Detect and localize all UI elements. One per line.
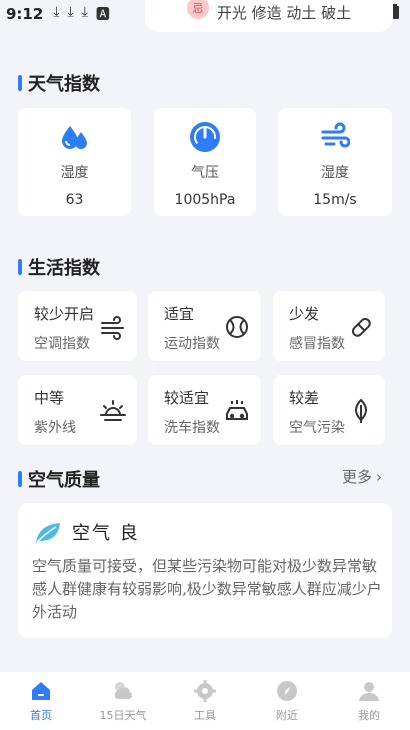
gear-icon	[194, 680, 216, 702]
life-label: 感冒指数	[289, 336, 345, 352]
car-wash-icon	[226, 400, 248, 420]
nav-profile[interactable]: 我的	[328, 672, 410, 730]
life-value: 中等	[34, 389, 65, 407]
nav-nearby[interactable]: 附近	[246, 672, 328, 730]
section-bar	[18, 75, 22, 91]
life-value: 较少开启	[34, 305, 95, 323]
bottom-nav: 首页 15日天气 工具 附近 我的	[0, 672, 410, 730]
weather-label: 湿度	[60, 165, 89, 181]
weather-label: 气压	[191, 165, 219, 181]
air-quality-card[interactable]: 空气 良 空气质量可接受，但某些污染物可能对极少数异常敏感人群健康有较弱影响,极…	[18, 503, 392, 638]
weather-value: 15m/s	[313, 192, 357, 208]
nav-label: 15日天气	[99, 709, 147, 722]
user-icon	[359, 682, 379, 701]
life-value: 少发	[289, 305, 320, 323]
air-status: 空气 良	[72, 523, 140, 544]
almanac-card[interactable]: 忌 开光 修造 动土 破土	[145, 0, 393, 32]
weather-card-humidity[interactable]: 湿度 63	[18, 108, 131, 216]
status-time: 9:12	[6, 5, 44, 23]
air-conditioner-icon	[101, 316, 124, 340]
pill-icon	[351, 317, 371, 337]
weather-value: 1005hPa	[174, 192, 236, 208]
pressure-gauge-icon	[189, 120, 221, 154]
section-title-text: 生活指数	[28, 258, 100, 279]
life-label: 空调指数	[34, 336, 90, 352]
leaf-icon	[36, 523, 60, 543]
section-title-text: 天气指数	[28, 74, 100, 95]
section-bar	[18, 471, 22, 487]
download-icon: ⤓	[53, 4, 60, 20]
nav-label: 首页	[30, 709, 52, 722]
life-card-air-conditioner[interactable]: 较少开启 空调指数	[18, 291, 137, 361]
life-label: 洗车指数	[164, 420, 220, 436]
weather-card-pressure[interactable]: 气压 1005hPa	[154, 108, 256, 216]
life-card-uv[interactable]: 中等 紫外线	[18, 375, 137, 445]
weather-card-wind[interactable]: 湿度 15m/s	[278, 108, 392, 216]
nav-label: 我的	[358, 709, 380, 722]
text-icon: 🅰	[95, 7, 110, 23]
more-link[interactable]: 更多 ›	[342, 466, 382, 487]
life-value: 适宜	[164, 305, 195, 323]
weather-value: 63	[65, 192, 84, 208]
sunrise-icon	[100, 400, 126, 421]
more-label: 更多	[342, 468, 373, 486]
humidity-icon	[60, 120, 90, 154]
almanac-text: 开光 修造 动土 破土	[216, 3, 352, 22]
leaf-drop-icon	[355, 398, 367, 423]
cloud-sun-icon	[114, 682, 133, 699]
nav-tools[interactable]: 工具	[164, 672, 246, 730]
download-icon: ⤓	[81, 4, 88, 20]
life-card-sport[interactable]: 适宜 运动指数	[148, 291, 261, 361]
chevron-right-icon: ›	[376, 467, 383, 486]
avoid-badge: 忌	[186, 0, 209, 19]
section-title-text: 空气质量	[28, 470, 100, 491]
nav-label: 附近	[276, 709, 298, 722]
life-value: 较差	[289, 389, 320, 407]
life-index-title: 生活指数	[18, 254, 100, 280]
ball-icon	[226, 316, 248, 338]
nav-15-day[interactable]: 15日天气	[82, 672, 164, 730]
nav-home[interactable]: 首页	[0, 672, 82, 730]
home-icon	[32, 682, 50, 700]
life-value: 较适宜	[164, 389, 210, 407]
nav-label: 工具	[194, 709, 216, 722]
notification-icons: ⤓ ⤓ ⤓ 🅰	[53, 4, 110, 24]
download-icon: ⤓	[67, 4, 74, 20]
section-bar	[18, 259, 22, 275]
compass-icon	[277, 681, 297, 701]
life-label: 运动指数	[164, 336, 220, 352]
life-label: 紫外线	[34, 420, 76, 436]
wind-icon	[320, 120, 350, 154]
life-label: 空气污染	[289, 420, 345, 436]
air-quality-title: 空气质量	[18, 466, 100, 492]
weather-index-title: 天气指数	[18, 70, 100, 96]
weather-label: 湿度	[321, 165, 349, 181]
life-card-car-wash[interactable]: 较适宜 洗车指数	[148, 375, 261, 445]
life-card-pollution[interactable]: 较差 空气污染	[273, 375, 385, 445]
life-card-cold[interactable]: 少发 感冒指数	[273, 291, 385, 361]
air-description: 空气质量可接受，但某些污染物可能对极少数异常敏感人群健康有较弱影响,极少数异常敏…	[32, 557, 382, 621]
